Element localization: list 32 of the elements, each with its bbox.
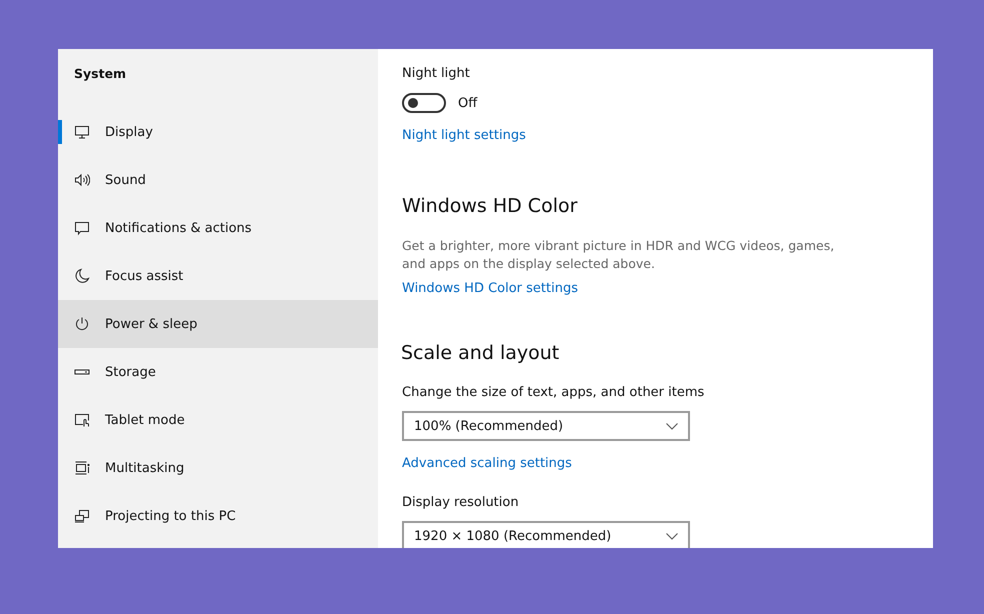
settings-link[interactable]: Advanced scaling settings <box>402 456 572 471</box>
windows-icon <box>74 460 90 476</box>
sidebar-item[interactable]: Multitasking <box>58 444 378 492</box>
settings-link[interactable]: Windows HD Color settings <box>402 281 578 296</box>
sidebar-item[interactable]: Notifications & actions <box>58 204 378 252</box>
speaker-icon <box>74 172 90 188</box>
power-icon <box>74 316 90 332</box>
monitor-icon <box>74 124 90 140</box>
tablet-hand-icon <box>74 412 90 428</box>
scale-dropdown[interactable]: 100% (Recommended) <box>402 411 690 441</box>
moon-icon <box>74 268 90 284</box>
resolution-dropdown[interactable]: 1920 × 1080 (Recommended) <box>402 521 690 548</box>
toggle-state: Off <box>458 96 478 110</box>
speech-bubble-icon <box>74 220 90 236</box>
settings-link[interactable]: Night light settings <box>402 128 526 143</box>
section-heading: Scale and layout <box>401 342 560 364</box>
sidebar-item[interactable]: Focus assist <box>58 252 378 300</box>
chevron-down-icon <box>666 422 678 430</box>
sidebar-title: System <box>73 65 128 83</box>
field-label: Change the size of text, apps, and other items <box>402 384 706 402</box>
description: Get a brighter, more vibrant picture in HDR and WCG videos, games, and apps on the display selected above. <box>402 237 836 273</box>
sidebar-item[interactable]: Sound <box>58 156 378 204</box>
section-heading: Windows HD Color <box>402 195 578 217</box>
field-label: Display resolution <box>402 494 520 512</box>
chevron-down-icon <box>666 532 678 540</box>
sidebar-item[interactable]: Storage <box>58 348 378 396</box>
sidebar-item[interactable]: Power & sleep <box>58 300 378 348</box>
sidebar-item[interactable]: Tablet mode <box>58 396 378 444</box>
sidebar-item[interactable]: Projecting to this PC <box>58 492 378 540</box>
projector-icon <box>74 508 90 524</box>
toggle-switch[interactable] <box>402 93 446 113</box>
section-label: Night light <box>402 65 471 83</box>
